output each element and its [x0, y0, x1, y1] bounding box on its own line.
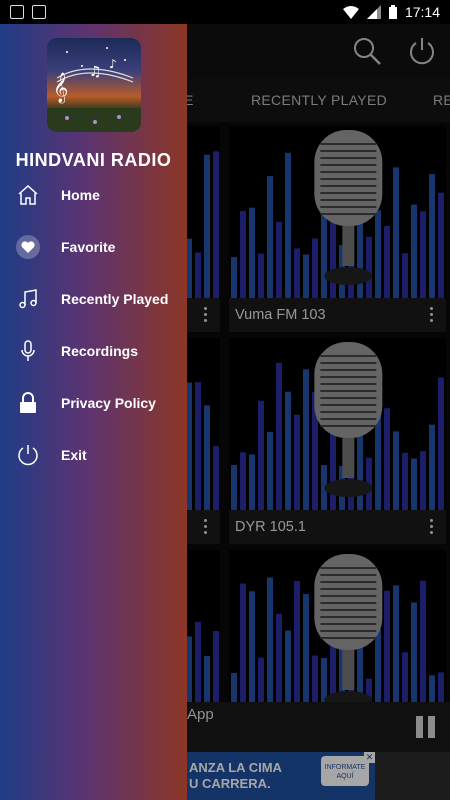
app-logo: 𝄞 ♫ ♪ [47, 38, 141, 132]
menu-label: Exit [61, 447, 87, 463]
svg-text:𝄞: 𝄞 [53, 72, 68, 104]
microphone-icon [21, 340, 35, 361]
menu-label: Privacy Policy [61, 395, 156, 411]
menu-item-privacy-policy[interactable]: Privacy Policy [0, 381, 187, 425]
music-note-icon [19, 289, 37, 309]
heart-icon [16, 235, 40, 259]
menu-label: Home [61, 187, 100, 203]
menu-label: Recently Played [61, 291, 169, 307]
notification-icon [10, 5, 24, 19]
menu-item-favorite[interactable]: Favorite [0, 225, 187, 269]
home-icon [18, 184, 38, 205]
menu-item-recordings[interactable]: Recordings [0, 329, 187, 373]
drawer-scrim[interactable] [187, 24, 450, 800]
signal-icon [366, 5, 381, 19]
lock-icon [20, 392, 36, 413]
menu-label: Favorite [61, 239, 116, 255]
app-name: HINDVANI RADIO [15, 150, 172, 170]
power-icon [18, 445, 38, 466]
battery-icon [388, 5, 397, 19]
svg-text:♪: ♪ [109, 57, 117, 71]
menu-label: Recordings [61, 343, 139, 359]
image-icon [32, 5, 46, 19]
status-bar: 17:14 [0, 0, 450, 24]
svg-text:♫: ♫ [89, 64, 102, 80]
status-time: 17:14 [404, 4, 440, 20]
menu-item-exit[interactable]: Exit [0, 433, 187, 477]
navigation-drawer: 𝄞 ♫ ♪ HINDVANI RADIO Home Favorite Recen… [0, 24, 187, 800]
wifi-icon [342, 5, 359, 19]
menu-item-home[interactable]: Home [0, 173, 187, 217]
menu-item-recently-played[interactable]: Recently Played [0, 277, 187, 321]
